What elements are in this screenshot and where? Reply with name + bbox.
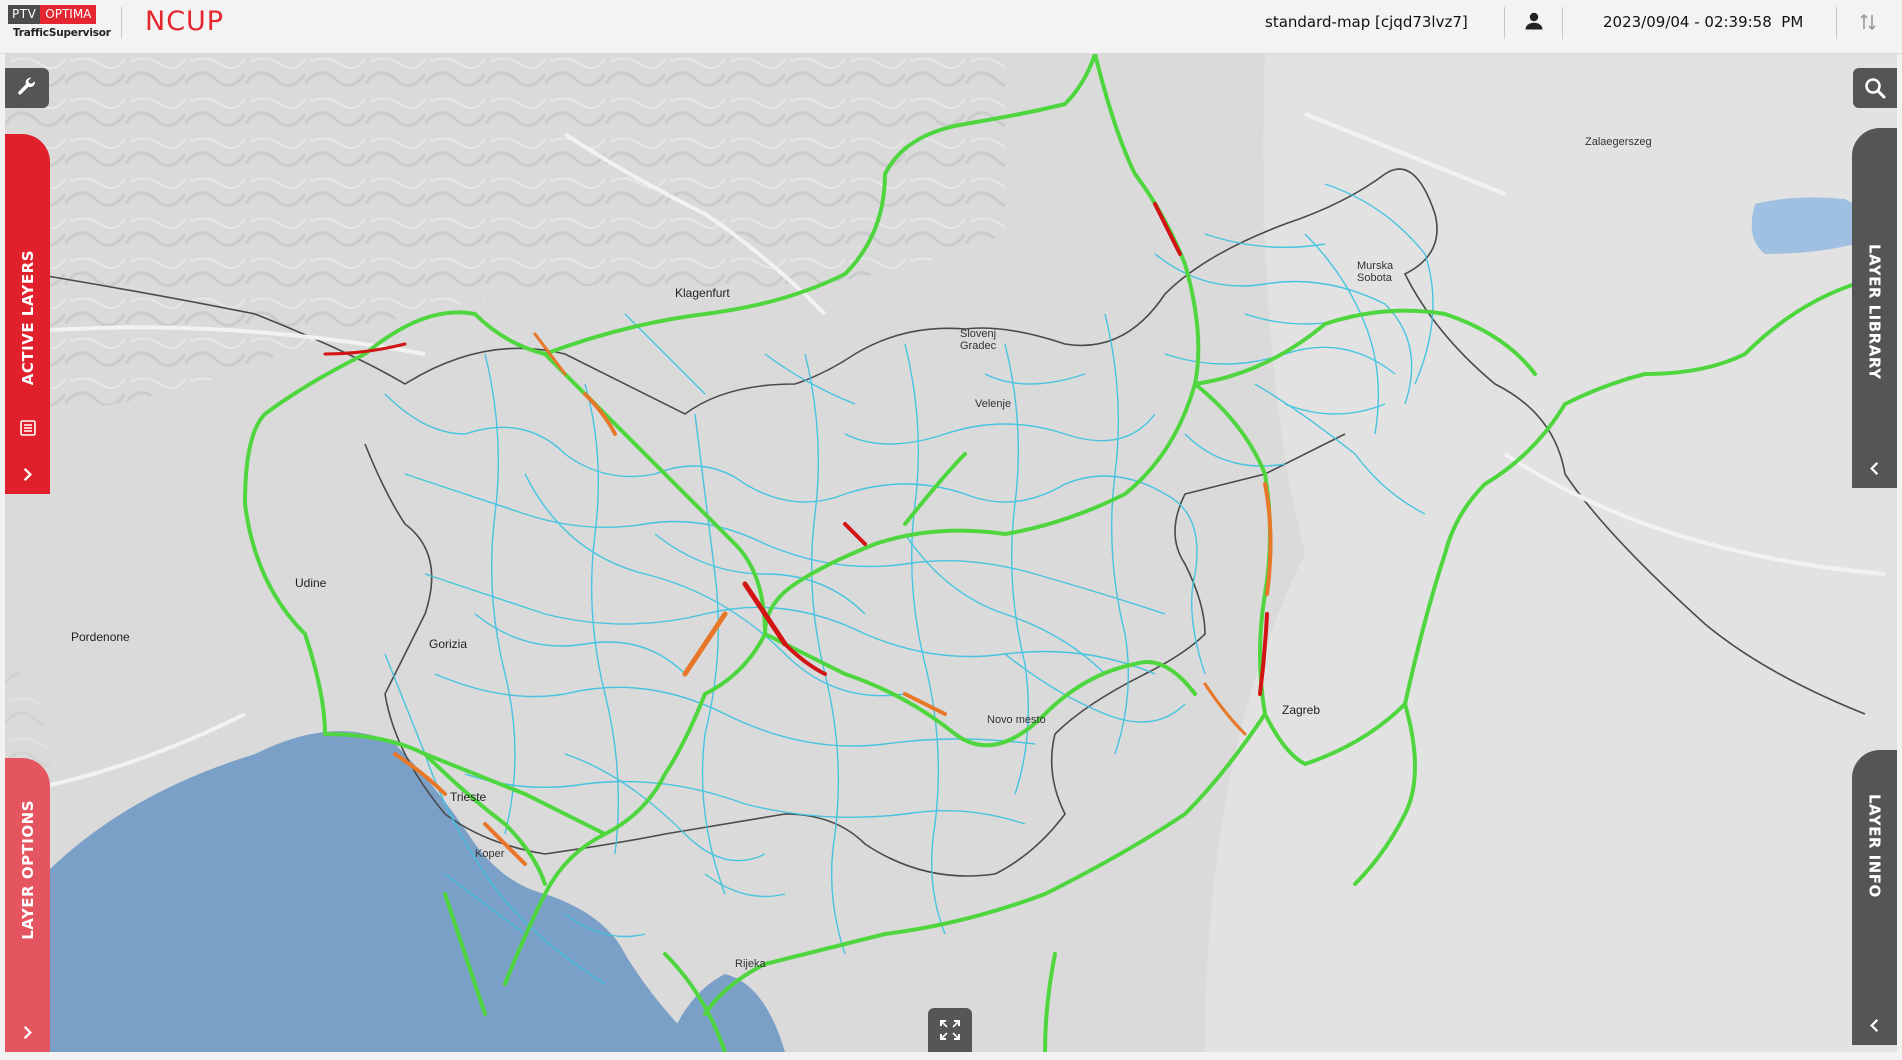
fullscreen-button[interactable] (928, 1008, 972, 1052)
user-icon (1525, 12, 1543, 30)
header-divider (1562, 7, 1563, 39)
map-label: Zalaegerszeg (1585, 136, 1652, 148)
tab-layer-options[interactable]: LAYER OPTIONS (5, 758, 50, 1052)
logo-optima-text: OPTIMA (40, 5, 97, 24)
lake-balaton (1751, 197, 1863, 254)
tab-layer-library-label: LAYER LIBRARY (1865, 244, 1884, 380)
sort-button[interactable] (1858, 10, 1878, 34)
map-label: Velenje (975, 398, 1012, 410)
chevron-right-icon (23, 467, 32, 482)
search-icon (1865, 78, 1886, 99)
tab-layer-info-label: LAYER INFO (1865, 794, 1884, 898)
map-canvas[interactable] (5, 54, 1897, 1052)
header-divider (1504, 7, 1505, 39)
sort-arrows-icon (1860, 13, 1876, 31)
user-button[interactable] (1522, 9, 1546, 33)
fullscreen-expand-icon (940, 1020, 960, 1040)
logo-ptv-text: PTV (8, 5, 41, 24)
map-name[interactable]: standard-map [cjqd73lvz7] (1265, 13, 1468, 31)
tab-layer-library[interactable]: LAYER LIBRARY (1852, 128, 1897, 488)
current-datetime: 2023/09/04 - 02:39:58 PM (1603, 13, 1804, 31)
app-title: NCUP (145, 6, 225, 37)
layers-list-icon (19, 420, 36, 437)
map-label: Rijeka (735, 958, 766, 970)
logo-subtitle: TrafficSupervisor (13, 27, 111, 39)
chevron-left-icon (1870, 1018, 1879, 1033)
map-label: Trieste (450, 790, 487, 804)
map-label: Klagenfurt (675, 286, 730, 300)
wrench-icon (18, 77, 36, 95)
map-label: Pordenone (71, 630, 130, 644)
map-label: Slovenj Gradec (960, 328, 997, 352)
tools-button[interactable] (5, 68, 49, 108)
map-label: Zagreb (1282, 703, 1321, 717)
traffic-map[interactable]: Zalaegerszeg Klagenfurt Slovenj Gradec V… (5, 54, 1897, 1052)
map-label: Murska Sobota (1357, 260, 1394, 284)
map-label: Novo mesto (987, 714, 1046, 726)
header-divider (1836, 7, 1837, 39)
map-label: Koper (475, 848, 505, 860)
map-label: Udine (295, 576, 327, 590)
ptv-optima-logo: PTV OPTIMA TrafficSupervisor (8, 5, 111, 39)
footer-bar (0, 1052, 1902, 1060)
header-divider (121, 7, 122, 39)
tab-active-layers-label: ACTIVE LAYERS (18, 250, 37, 386)
tab-layer-info[interactable]: LAYER INFO (1852, 750, 1897, 1045)
search-button[interactable] (1853, 68, 1897, 108)
app-header: PTV OPTIMA TrafficSupervisor NCUP standa… (0, 0, 1902, 54)
tab-active-layers[interactable]: ACTIVE LAYERS (5, 134, 50, 494)
chevron-right-icon (23, 1025, 32, 1040)
tab-layer-options-label: LAYER OPTIONS (18, 800, 37, 940)
map-label: Gorizia (429, 637, 468, 651)
chevron-left-icon (1870, 461, 1879, 476)
